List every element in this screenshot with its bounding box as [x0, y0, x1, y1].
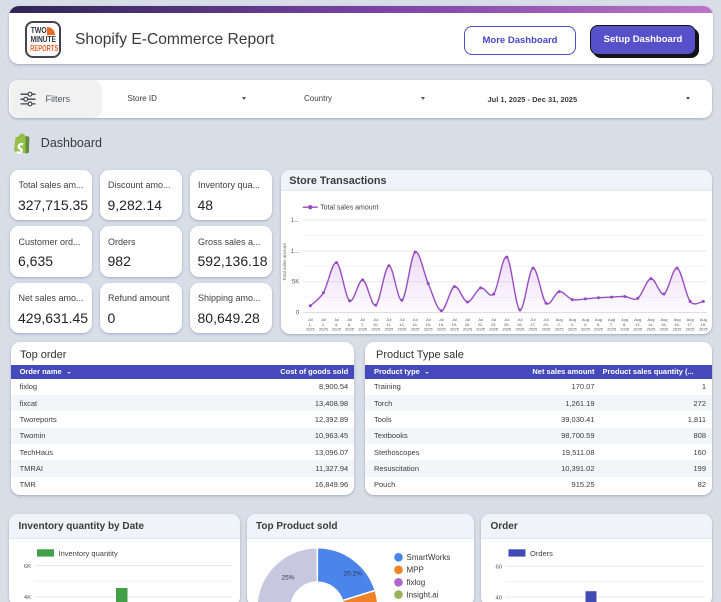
svg-text:2025: 2025 [621, 326, 631, 331]
svg-text:2025: 2025 [581, 326, 591, 331]
svg-text:2025: 2025 [319, 326, 329, 331]
svg-text:2025: 2025 [476, 326, 486, 331]
svg-text:2025: 2025 [345, 326, 355, 331]
svg-text:Total sales amount: Total sales amount [321, 204, 379, 211]
svg-text:2025: 2025 [463, 326, 473, 331]
svg-text:2025: 2025 [568, 326, 578, 331]
svg-text:2025: 2025 [686, 326, 696, 331]
svg-text:2025: 2025 [529, 326, 539, 331]
svg-text:2025: 2025 [503, 326, 513, 331]
svg-text:20.2%: 20.2% [343, 571, 362, 578]
svg-text:5K: 5K [292, 279, 299, 285]
svg-text:2025: 2025 [542, 326, 552, 331]
svg-text:0: 0 [296, 310, 300, 316]
svg-text:Total sales amount: Total sales amount [282, 242, 287, 280]
svg-text:2025: 2025 [306, 326, 316, 331]
svg-text:2025: 2025 [634, 326, 644, 331]
svg-text:2025: 2025 [594, 326, 604, 331]
svg-text:6K: 6K [24, 564, 31, 570]
svg-text:2025: 2025 [424, 326, 434, 331]
svg-text:2025: 2025 [490, 326, 500, 331]
svg-text:2025: 2025 [607, 326, 617, 331]
svg-text:1...: 1... [291, 218, 300, 224]
svg-text:2025: 2025 [385, 326, 395, 331]
svg-text:fixlog: fixlog [406, 578, 425, 587]
svg-text:4K: 4K [24, 595, 31, 601]
svg-text:Orders: Orders [530, 549, 553, 558]
svg-text:2025: 2025 [372, 326, 382, 331]
svg-text:25%: 25% [281, 575, 294, 582]
svg-text:2025: 2025 [699, 326, 709, 331]
svg-text:1...: 1... [291, 249, 300, 255]
svg-text:2025: 2025 [516, 326, 526, 331]
svg-text:2025: 2025 [555, 326, 565, 331]
svg-text:2025: 2025 [450, 326, 460, 331]
svg-text:Insight.ai: Insight.ai [406, 590, 438, 599]
svg-text:2025: 2025 [673, 326, 683, 331]
svg-text:Inventory quantity: Inventory quantity [59, 549, 118, 558]
svg-text:2025: 2025 [411, 326, 421, 331]
svg-text:2025: 2025 [660, 326, 670, 331]
svg-text:2025: 2025 [332, 326, 342, 331]
svg-text:40: 40 [496, 595, 502, 601]
svg-text:2025: 2025 [437, 326, 447, 331]
svg-text:MPP: MPP [406, 566, 423, 575]
svg-text:60: 60 [496, 565, 502, 571]
svg-text:2025: 2025 [398, 326, 408, 331]
svg-text:2025: 2025 [359, 326, 369, 331]
svg-text:2025: 2025 [647, 326, 657, 331]
svg-text:SmartWorks: SmartWorks [406, 553, 450, 562]
